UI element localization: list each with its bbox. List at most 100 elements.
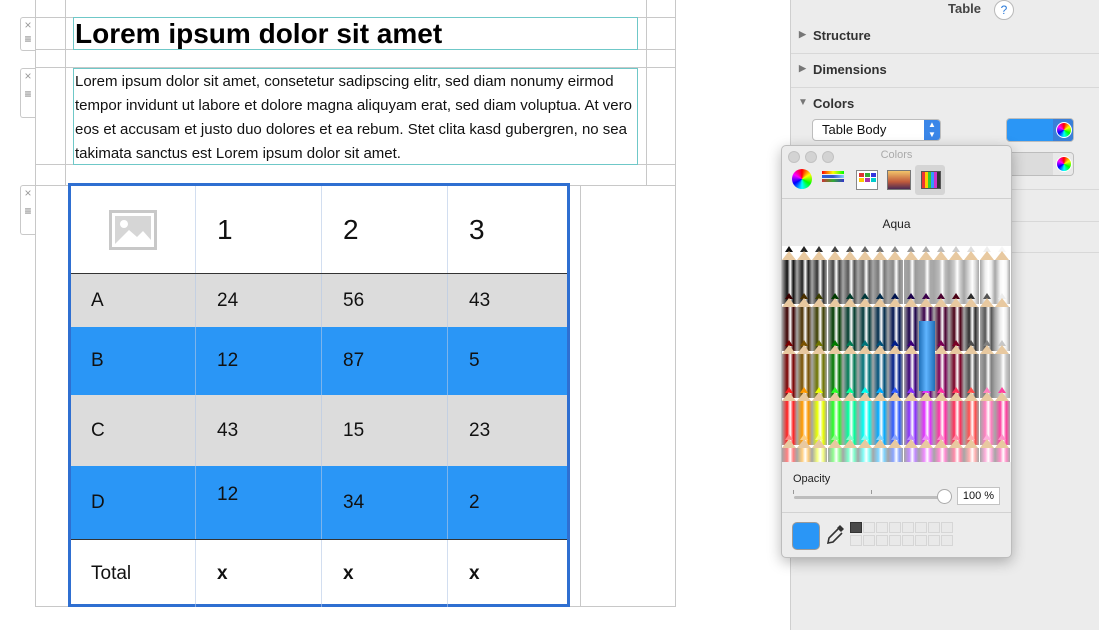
color-picker-button[interactable] [1053,153,1073,175]
body-paragraph[interactable]: Lorem ipsum dolor sit amet, consetetur s… [75,70,635,166]
block-handle[interactable]: × ≡ [20,68,35,118]
eyedropper-icon[interactable] [826,523,846,547]
table-cell[interactable]: x [195,540,321,607]
table-header-cell[interactable] [71,186,195,273]
color-target-select[interactable]: Table Body ▲ ▼ [812,119,941,141]
sliders-tab-icon[interactable] [822,170,844,188]
table-cell[interactable]: 15 [321,395,447,466]
custom-swatch-slot[interactable] [928,522,940,533]
custom-swatch-slot[interactable] [928,535,940,546]
pencil-swatch[interactable] [964,434,980,462]
row-label-cell[interactable]: A [71,274,195,327]
opacity-slider-thumb[interactable] [933,485,956,508]
section-structure[interactable]: ▶ Structure [791,19,1099,54]
drag-menu-icon[interactable]: ≡ [21,32,35,46]
pencil-swatch[interactable] [979,434,995,462]
panel-title: Colors [880,149,913,161]
custom-swatch-slot[interactable] [889,522,901,533]
pencil-swatch[interactable] [873,434,889,462]
block-handle[interactable]: × ≡ [20,17,35,51]
section-label: Structure [813,28,871,43]
table-cell[interactable]: x [321,540,447,607]
custom-swatch-slot[interactable] [941,535,953,546]
row-label-cell[interactable]: Total [71,540,195,607]
guide-line [580,185,581,607]
row-label-cell[interactable]: C [71,395,195,466]
custom-swatch-slot[interactable] [889,535,901,546]
row-label-cell[interactable]: B [71,327,195,395]
pencil-swatch[interactable] [949,434,965,462]
custom-swatch-slot[interactable] [902,522,914,533]
pencil-swatch[interactable] [858,434,873,462]
custom-swatch-slot[interactable] [876,522,888,533]
table-cell[interactable]: 2 [447,466,567,539]
close-icon[interactable]: × [21,186,35,200]
table-cell[interactable]: 24 [195,274,321,327]
pencil-swatch[interactable] [994,434,1010,462]
select-value: Table Body [822,122,887,137]
data-table[interactable]: 1 2 3 A 24 56 43 B 12 87 5 C 43 15 23 D … [68,183,570,607]
pencil-swatch[interactable] [918,434,934,462]
pencil-swatch[interactable] [842,434,858,462]
table-cell[interactable]: 12 [195,466,321,539]
table-header-cell[interactable]: 1 [195,186,321,273]
color-wheel-tab-icon[interactable] [792,169,812,189]
custom-swatch-slot[interactable] [915,522,927,533]
help-button[interactable]: ? [994,0,1014,20]
pencil-swatch[interactable] [888,434,904,462]
table-cell[interactable]: 56 [321,274,447,327]
pencil-swatch[interactable] [827,434,843,462]
section-label: Colors [813,96,855,111]
color-well-secondary[interactable] [1006,152,1074,176]
divider [782,198,1011,199]
pencil-swatch[interactable] [812,434,828,462]
page-heading[interactable]: Lorem ipsum dolor sit amet [75,18,442,50]
disclosure-right-icon: ▶ [799,29,806,39]
color-wheel-icon [1056,122,1072,138]
table-cell[interactable]: 43 [195,395,321,466]
section-dimensions[interactable]: ▶ Dimensions [791,53,1099,88]
section-colors[interactable]: ▼ Colors [791,87,1099,121]
image-placeholder-icon [109,209,157,250]
row-label-cell[interactable]: D [71,466,195,539]
custom-swatch-slot[interactable] [902,535,914,546]
pencils-tab[interactable] [915,165,945,195]
opacity-value-field[interactable]: 100 % [957,487,1000,505]
drag-menu-icon[interactable]: ≡ [21,204,35,218]
section-label: Dimensions [813,62,887,77]
pencil-swatch[interactable] [797,434,813,462]
image-palettes-tab-icon[interactable] [887,170,911,190]
table-cell[interactable]: 5 [447,327,567,395]
block-handle[interactable]: × ≡ [20,185,35,235]
table-cell[interactable]: 87 [321,327,447,395]
custom-swatch-slot[interactable] [863,535,875,546]
pencil-swatch[interactable] [934,434,949,462]
table-header-cell[interactable]: 2 [321,186,447,273]
current-color-swatch[interactable] [792,522,820,550]
selected-color-name: Aqua [882,217,911,231]
opacity-slider-track[interactable] [794,496,946,499]
table-cell[interactable]: x [447,540,567,607]
pencil-swatch[interactable] [903,434,919,462]
close-icon[interactable]: × [21,69,35,83]
custom-swatch-slot[interactable] [850,522,862,533]
table-cell[interactable]: 43 [447,274,567,327]
color-picker-button[interactable] [1053,119,1073,141]
close-icon[interactable]: × [21,18,35,32]
color-well[interactable] [1006,118,1074,142]
table-row: C 43 15 23 [71,395,567,466]
custom-swatch-slot[interactable] [941,522,953,533]
custom-swatch-slot[interactable] [876,535,888,546]
table-cell[interactable]: 23 [447,395,567,466]
drag-menu-icon[interactable]: ≡ [21,87,35,101]
palettes-tab-icon[interactable] [856,170,878,190]
custom-swatch-slot[interactable] [850,535,862,546]
custom-swatch-slot[interactable] [863,522,875,533]
table-cell[interactable]: 34 [321,466,447,539]
table-cell[interactable]: 12 [195,327,321,395]
custom-swatch-slot[interactable] [915,535,927,546]
table-header-cell[interactable]: 3 [447,186,567,273]
pencil-grid[interactable] [782,246,1011,462]
pencil-swatch[interactable] [782,434,797,462]
selected-pencil[interactable] [919,321,935,391]
